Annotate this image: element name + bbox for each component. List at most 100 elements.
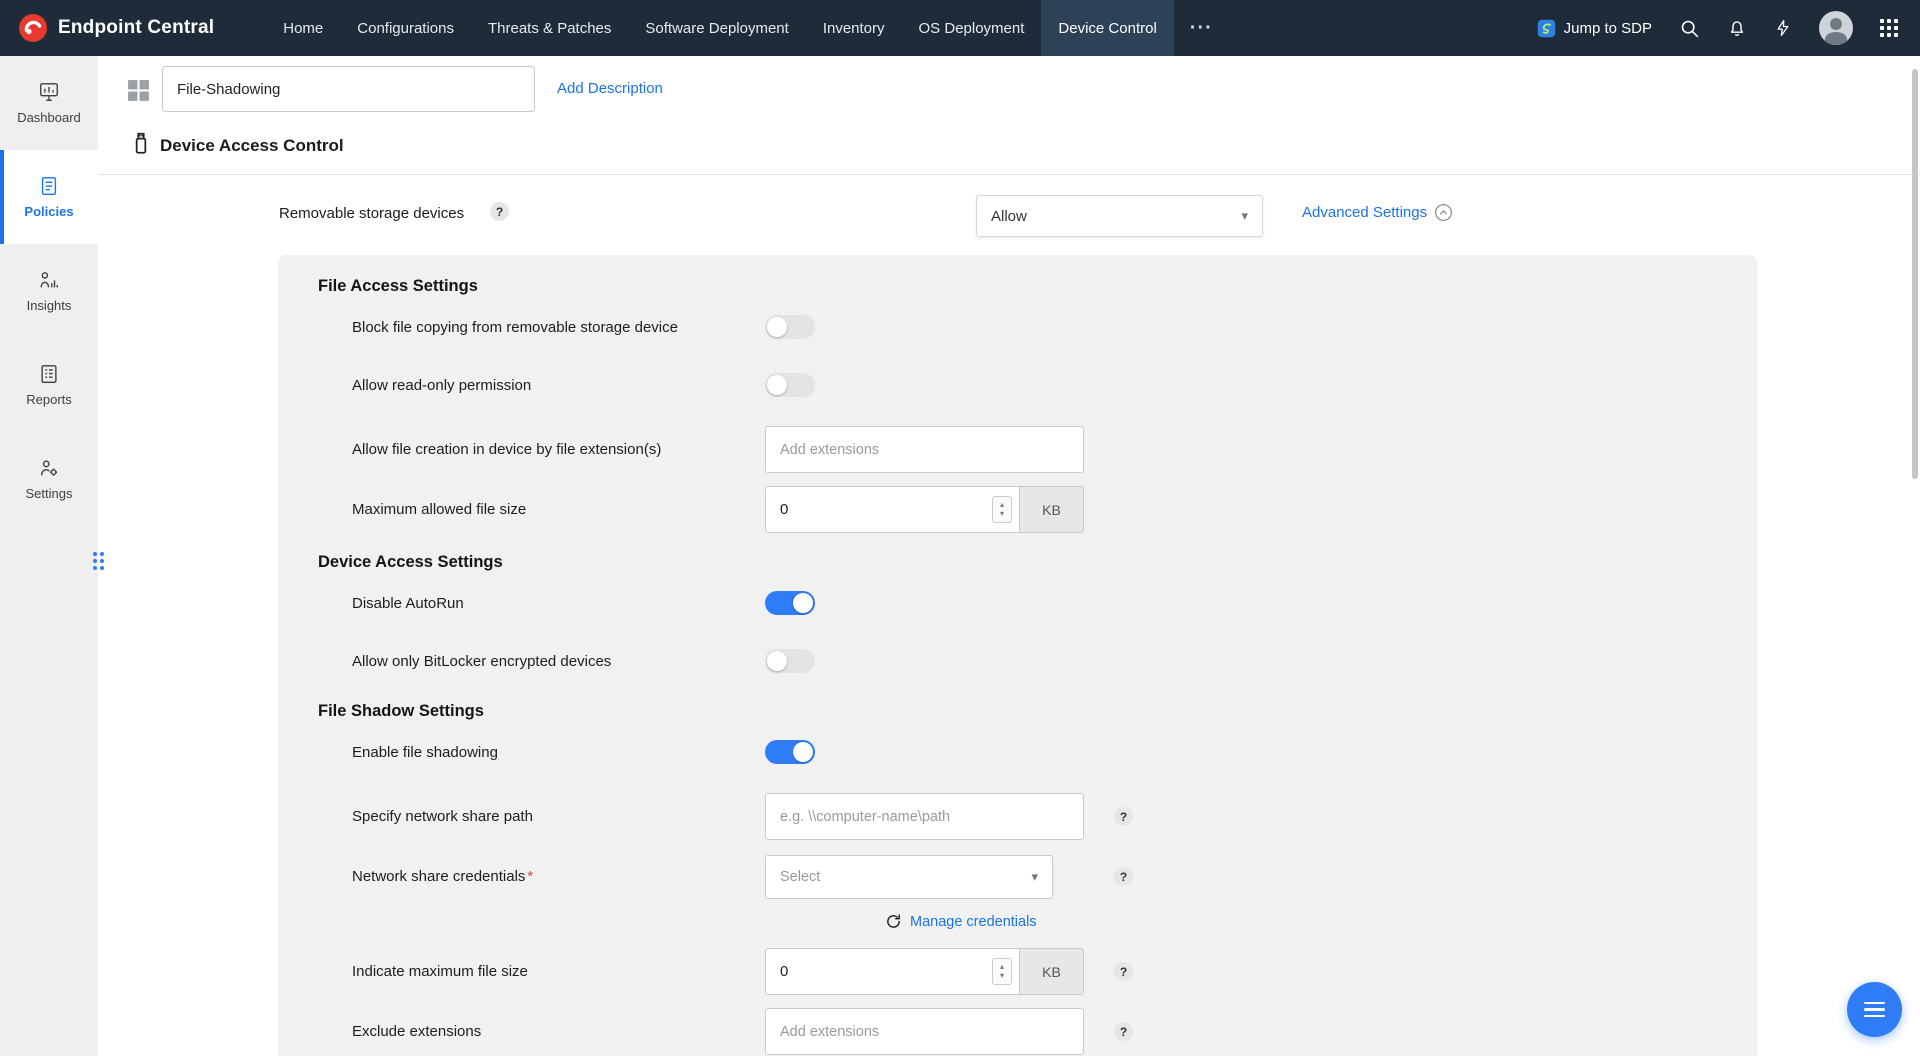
toggle-disable-autorun[interactable] [765, 591, 815, 615]
manage-credentials-link[interactable]: Manage credentials [910, 914, 1037, 930]
setting-label: Allow read-only permission [352, 377, 765, 394]
advanced-settings-link[interactable]: Advanced Settings [1302, 203, 1453, 222]
help-icon[interactable]: ? [1114, 867, 1133, 886]
brand[interactable]: Endpoint Central [0, 13, 214, 43]
section-title-device-access: Device Access Settings [318, 553, 1757, 572]
setting-label: Network share credentials* [352, 868, 765, 885]
insights-icon [38, 269, 60, 291]
sidebar-item-dashboard[interactable]: Dashboard [0, 56, 98, 150]
removable-storage-dropdown[interactable]: Allow ▾ [976, 195, 1263, 237]
input-max-file-size[interactable] [765, 486, 1020, 533]
hamburger-icon [1864, 1002, 1885, 1005]
nav-item-os-deployment[interactable]: OS Deployment [902, 0, 1042, 56]
setting-row: Network share credentials* Select ▾ ? [352, 853, 1757, 900]
nav-right-cluster: Jump to SDP [1537, 11, 1920, 45]
sidebar-item-reports[interactable]: Reports [0, 338, 98, 432]
sidebar-item-label: Reports [26, 392, 72, 407]
top-navbar: Endpoint Central Home Configurations Thr… [0, 0, 1920, 56]
notifications-bell-icon[interactable] [1727, 18, 1747, 38]
toggle-bitlocker-only[interactable] [765, 649, 815, 673]
setting-label: Maximum allowed file size [352, 501, 765, 518]
chevron-down-icon: ▾ [1241, 208, 1248, 224]
left-sidebar: Dashboard Policies Insights Reports Sett… [0, 56, 98, 1056]
nav-more-menu[interactable]: ··· [1174, 0, 1229, 56]
help-icon[interactable]: ? [1114, 807, 1133, 826]
dashboard-icon [38, 81, 60, 103]
toggle-block-file-copy[interactable] [765, 315, 815, 339]
sidebar-item-label: Insights [27, 298, 72, 313]
setting-row: Specify network share path ? [352, 793, 1757, 840]
setting-row: Block file copying from removable storag… [352, 310, 1757, 344]
endpoint-central-logo-icon [18, 13, 48, 43]
nav-item-configurations[interactable]: Configurations [340, 0, 471, 56]
setting-label: Block file copying from removable storag… [352, 319, 765, 336]
usb-device-icon [128, 130, 154, 156]
help-icon[interactable]: ? [1114, 962, 1133, 981]
jump-to-sdp-button[interactable]: Jump to SDP [1537, 19, 1652, 38]
stepper-down-icon[interactable]: ▾ [1000, 510, 1004, 519]
nav-item-inventory[interactable]: Inventory [806, 0, 902, 56]
policy-name-input[interactable] [162, 66, 535, 112]
setting-row: Indicate maximum file size ▴ ▾ KB ? [352, 948, 1757, 995]
scrollbar-thumb[interactable] [1912, 69, 1918, 479]
apps-grid-icon[interactable] [1880, 19, 1898, 37]
select-value: Select [780, 869, 820, 885]
select-network-share-credentials[interactable]: Select ▾ [765, 855, 1053, 899]
setting-row: Disable AutoRun [352, 586, 1757, 620]
chevron-down-icon: ▾ [1031, 869, 1038, 885]
user-avatar[interactable] [1819, 11, 1853, 45]
setting-row: Enable file shadowing [352, 735, 1757, 769]
help-icon[interactable]: ? [490, 202, 509, 221]
required-asterisk: * [527, 868, 533, 885]
setting-label: Exclude extensions [352, 1023, 765, 1040]
sidebar-resize-handle[interactable] [91, 544, 105, 578]
search-icon[interactable] [1679, 18, 1700, 39]
policy-header: Add Description Device Access Control [98, 56, 1920, 175]
primary-nav: Home Configurations Threats & Patches So… [266, 0, 1229, 56]
nav-item-software-deployment[interactable]: Software Deployment [628, 0, 805, 56]
setting-label: Indicate maximum file size [352, 963, 765, 980]
sidebar-item-policies[interactable]: Policies [0, 150, 98, 244]
page-scrollbar[interactable] [1910, 56, 1920, 1056]
windows-icon [126, 78, 151, 103]
dropdown-value: Allow [991, 208, 1027, 225]
sidebar-item-label: Policies [24, 204, 73, 219]
quick-actions-zap-icon[interactable] [1774, 18, 1792, 38]
setting-label: Enable file shadowing [352, 744, 765, 761]
sidebar-item-insights[interactable]: Insights [0, 244, 98, 338]
help-icon[interactable]: ? [1114, 1022, 1133, 1041]
policies-icon [38, 175, 60, 197]
max-file-size-group: ▴ ▾ KB [765, 486, 1084, 533]
add-description-link[interactable]: Add Description [557, 80, 663, 97]
nav-item-threats-patches[interactable]: Threats & Patches [471, 0, 628, 56]
section-title-file-shadow: File Shadow Settings [318, 702, 1757, 721]
input-network-share-path[interactable] [765, 793, 1084, 840]
shadow-max-file-size-group: ▴ ▾ KB [765, 948, 1084, 995]
setting-label: Disable AutoRun [352, 595, 765, 612]
sidebar-item-settings[interactable]: Settings [0, 432, 98, 526]
toggle-read-only-permission[interactable] [765, 373, 815, 397]
advanced-settings-panel: File Access Settings Block file copying … [278, 255, 1757, 1056]
stepper-control[interactable]: ▴ ▾ [992, 958, 1012, 985]
toggle-enable-file-shadowing[interactable] [765, 740, 815, 764]
nav-item-home[interactable]: Home [266, 0, 340, 56]
input-allowed-extensions[interactable] [765, 426, 1084, 473]
sidebar-item-label: Dashboard [17, 110, 81, 125]
main-content: Add Description Device Access Control Re… [98, 56, 1920, 1056]
refresh-icon[interactable] [885, 913, 902, 930]
unit-label: KB [1020, 948, 1084, 995]
setting-row: Allow read-only permission [352, 368, 1757, 402]
input-exclude-extensions[interactable] [765, 1008, 1084, 1055]
page-title: Device Access Control [160, 136, 344, 156]
brand-name: Endpoint Central [58, 17, 214, 39]
chevron-up-circle-icon [1434, 203, 1453, 222]
stepper-down-icon[interactable]: ▾ [1000, 972, 1004, 981]
setting-row: Exclude extensions ? [352, 1008, 1757, 1055]
manage-credentials-row: Manage credentials [885, 913, 1757, 930]
input-shadow-max-file-size[interactable] [765, 948, 1020, 995]
sdp-icon [1537, 19, 1556, 38]
nav-item-device-control[interactable]: Device Control [1041, 0, 1173, 56]
stepper-control[interactable]: ▴ ▾ [992, 496, 1012, 523]
floating-menu-button[interactable] [1847, 982, 1902, 1037]
setting-row: Maximum allowed file size ▴ ▾ KB [352, 486, 1757, 533]
